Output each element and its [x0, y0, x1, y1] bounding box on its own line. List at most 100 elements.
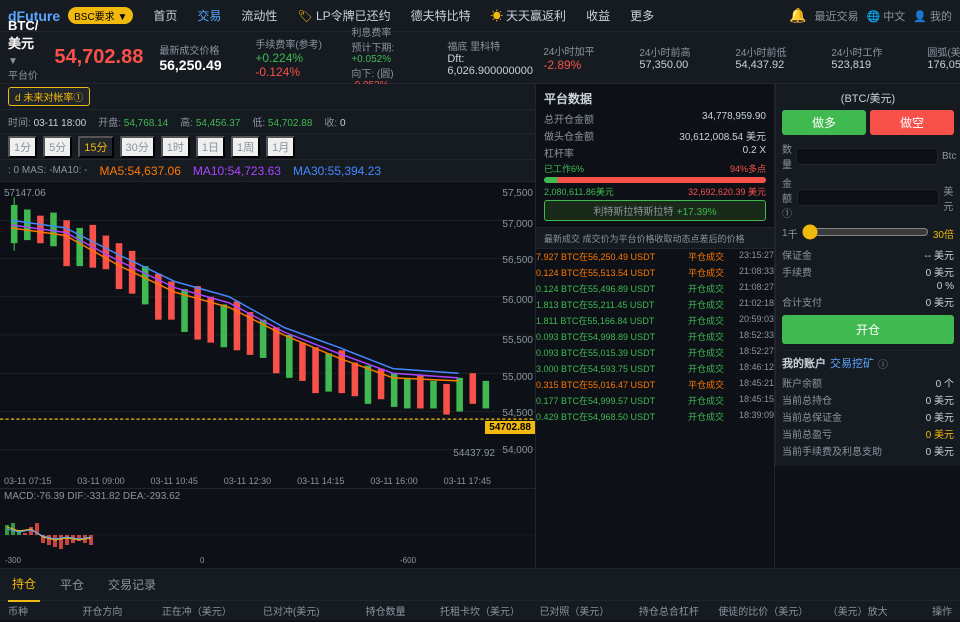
time-1d[interactable]: 1日 — [196, 136, 225, 158]
nav-reward[interactable]: ☀ 天天赢返利 — [483, 0, 574, 32]
leverage-row: 1 千 30倍 — [782, 224, 954, 243]
ticker-fee: 手续费率(参考) +0.224% -0.124% — [255, 36, 335, 79]
middle-panel: 平台数据 总开仓金额 34,778,959.90 做头仓金额 30,612,00… — [535, 84, 775, 568]
language-btn[interactable]: 🌐 中文 — [866, 8, 905, 24]
th-compare: 已对照（美元） — [527, 603, 621, 618]
order-fee-row: 保证金 -- 美元 — [782, 247, 954, 262]
bell-icon[interactable]: 🔔 — [789, 7, 806, 24]
high-val: 57,350.00 — [639, 59, 719, 71]
nav-liquidity[interactable]: 流动性 — [233, 0, 285, 32]
th-action: 操作 — [905, 603, 952, 618]
ticker-last-val: 56,250.49 — [159, 57, 239, 73]
time-1m[interactable]: 1分 — [8, 136, 37, 158]
bsc-badge[interactable]: BSC要求 ▼ — [68, 7, 133, 24]
trade-list-header: 最新成交 成交价为平台价格收取动态点差后的价格 — [536, 228, 774, 249]
list-item: 0.315 BTC在55,016.47 USDT 平仓成交 18:45:21 — [536, 377, 774, 393]
price-level-0: 54,000 — [502, 445, 533, 456]
account-title-row: 我的账户 交易挖矿 ⓘ — [782, 355, 954, 371]
time-15m[interactable]: 15分 — [78, 136, 113, 158]
qty-input[interactable] — [796, 148, 938, 165]
order-amount-row: 金额 ① 美元 — [782, 175, 954, 220]
macd-chart: MACD:-76.39 DIF:-331.82 DEA:-293.62 — [0, 488, 535, 568]
th-leverage: 持仓总合杠杆 — [622, 603, 716, 618]
indicator-badge: 利特斯拉特斯拉特 +17.39% — [544, 200, 766, 221]
chart-low-label: 54437.92 — [453, 448, 495, 459]
bottom-tabs: 持仓 平仓 交易记录 — [0, 568, 960, 600]
nav-right: 🔔 最近交易 🌐 中文 👤 我的 — [789, 7, 952, 24]
trade-mining-tab[interactable]: 交易挖矿 — [830, 355, 874, 371]
account-section: 我的账户 交易挖矿 ⓘ 账户余额 0 个 当前总持仓 0 美元 当前总保证金 0… — [782, 350, 954, 460]
platform-long-row: 做头仓金额 30,612,008.54 美元 — [544, 128, 766, 143]
main-content: d 未来对帐率① 时间: 03-11 18:00 开盘: 54,768.14 高… — [0, 84, 960, 568]
list-item: 0.093 BTC在54,998.89 USDT 开仓成交 18:52:33 — [536, 329, 774, 345]
time-1mo[interactable]: 1月 — [266, 136, 295, 158]
tab-history[interactable]: 交易记录 — [104, 569, 160, 601]
ticker-24h-low: 24小时前低 54,437.92 — [735, 44, 815, 71]
time-axis: 03-11 07:15 03-11 09:00 03-11 10:45 03-1… — [0, 476, 495, 486]
list-item: 0.093 BTC在55,015.39 USDT 开仓成交 18:52:27 — [536, 345, 774, 361]
chart-indicator-bar: d 未来对帐率① — [0, 84, 535, 110]
chart-section: d 未来对帐率① 时间: 03-11 18:00 开盘: 54,768.14 高… — [0, 84, 535, 568]
time-30m[interactable]: 30分 — [120, 136, 155, 158]
info-icon: ⓘ — [878, 356, 888, 371]
platform-total-val: 34,778,959.90 — [702, 111, 766, 126]
macd-svg: -300 0 -600 — [0, 505, 535, 565]
account-pnl-row: 当前总盈亏 0 美元 — [782, 426, 954, 441]
open-position-btn[interactable]: 开仓 — [782, 315, 954, 344]
th-rental: 托租卡坎（美元） — [433, 603, 527, 618]
order-pair-title: (BTC/美元) — [782, 90, 954, 106]
volume-usd: 176,058,984.89 — [927, 59, 960, 71]
progress-fill — [544, 177, 766, 183]
list-item: 1.813 BTC在55,211.45 USDT 开仓成交 21:02:18 — [536, 297, 774, 313]
ticker-volume-usd: 圆弧(美元) 176,058,984.89 — [927, 44, 960, 71]
ticker-row: BTC/美元 ▼ 平台价格 54,702.88 最新成交价格 56,250.49… — [0, 32, 960, 84]
amount-input[interactable] — [797, 189, 939, 206]
account-margin-row: 当前总保证金 0 美元 — [782, 409, 954, 424]
account-margin-val: 0 美元 — [926, 409, 954, 424]
recent-trade-btn[interactable]: 最近交易 — [814, 8, 858, 24]
chart-toolbar: 1分 5分 15分 30分 1时 1日 1周 1月 — [0, 134, 535, 160]
platform-total-row: 总开仓金额 34,778,959.90 — [544, 111, 766, 126]
btn-long[interactable]: 做多 — [782, 110, 866, 135]
nav-income[interactable]: 收益 — [578, 0, 618, 32]
time-5m[interactable]: 5分 — [43, 136, 72, 158]
th-qty: 持仓数量 — [338, 603, 432, 618]
time-1w[interactable]: 1周 — [231, 136, 260, 158]
order-handling-row: 手续费 0 美元 — [782, 264, 954, 279]
time-1h[interactable]: 1时 — [161, 136, 190, 158]
platform-data: 平台数据 总开仓金额 34,778,959.90 做头仓金额 30,612,00… — [536, 84, 774, 228]
ma-indicator: : 0 MAS: -MA10: - — [8, 165, 87, 176]
price-level-6: 57,000 — [502, 219, 533, 230]
tab-positions[interactable]: 持仓 — [8, 568, 40, 602]
nav-home[interactable]: 首页 — [145, 0, 185, 32]
platform-long-val: 30,612,008.54 美元 — [679, 128, 766, 143]
tab-closed[interactable]: 平仓 — [56, 569, 88, 601]
price-level-7: 57,500 — [502, 188, 533, 199]
th-apostle: 使徒的比价（美元） — [716, 603, 810, 618]
svg-text:0: 0 — [200, 556, 205, 565]
price-level-5: 56,500 — [502, 255, 533, 266]
chart-ma-info: : 0 MAS: -MA10: - MA5:54,637.06 MA10:54,… — [0, 160, 535, 182]
platform-title: 平台数据 — [544, 90, 766, 107]
order-direction-buttons: 做多 做空 — [782, 110, 954, 135]
ticker-interest: 利息费率 预计下期: +0.052% 向下: (圆) -0.052% — [351, 24, 431, 91]
low-val: 54,437.92 — [735, 59, 815, 71]
order-pct-row: 0 % — [782, 281, 954, 292]
th-currency: 币种 — [8, 603, 55, 618]
long-pct-label: 已工作6% — [544, 162, 584, 175]
btn-short[interactable]: 做空 — [870, 110, 954, 135]
leverage-max: 30倍 — [933, 226, 954, 241]
ma30-label: MA30:55,394.23 — [293, 164, 381, 178]
account-btn[interactable]: 👤 我的 — [913, 8, 952, 24]
th-amplify: （美元）放大 — [810, 603, 904, 618]
list-item: 0.124 BTC在55,513.54 USDT 平仓成交 21:08:33 — [536, 265, 774, 281]
account-fee-row: 当前手续费及利息支助 0 美元 — [782, 443, 954, 458]
price-level-4: 56,000 — [502, 295, 533, 306]
account-balance-val: 0 个 — [936, 375, 954, 390]
nav-more[interactable]: 更多 — [622, 0, 662, 32]
nav-trade[interactable]: 交易 — [189, 0, 229, 32]
ticker-volume: 24小时工作 523,819 — [831, 44, 911, 71]
leverage-slider[interactable] — [802, 224, 929, 240]
platform-leverage-val: 0.2 X — [743, 145, 766, 160]
ticker-24h-high: 24小时前高 57,350.00 — [639, 44, 719, 71]
